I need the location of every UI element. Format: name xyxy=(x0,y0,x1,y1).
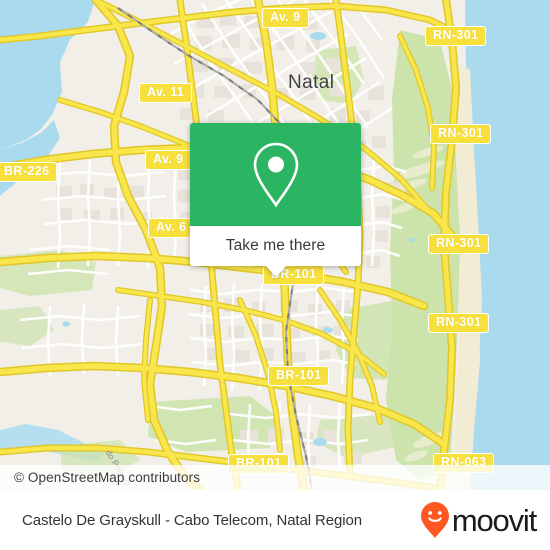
road-shield[interactable]: BR-226 xyxy=(0,162,58,183)
moovit-smiley-pin-icon xyxy=(420,502,449,538)
road-shield[interactable]: RN-301 xyxy=(430,124,492,145)
road-shield[interactable]: Av. 9 xyxy=(145,150,192,171)
osm-attribution-text: © OpenStreetMap contributors xyxy=(14,470,201,485)
map-pin-icon xyxy=(253,142,298,207)
popup-pointer-tail xyxy=(264,265,287,277)
road-shield[interactable]: Av. 11 xyxy=(139,83,193,104)
moovit-logo[interactable]: moovit xyxy=(420,501,537,539)
road-shield[interactable]: RN-301 xyxy=(428,234,490,255)
road-shield[interactable]: RN-301 xyxy=(428,313,490,334)
location-popup-card[interactable]: Take me there xyxy=(190,123,361,277)
road-shield[interactable]: Av. 6 xyxy=(148,218,195,239)
footer-bar: Castelo De Grayskull - Cabo Telecom, Nat… xyxy=(0,490,550,550)
place-title: Castelo De Grayskull - Cabo Telecom, Nat… xyxy=(22,511,362,529)
city-label-natal: Natal xyxy=(288,72,335,93)
take-me-there-label: Take me there xyxy=(225,237,326,254)
popup-action-area[interactable]: Take me there xyxy=(190,226,361,277)
moovit-wordmark: moovit xyxy=(451,502,537,538)
map-screenshot: Av. 9 RN-301 Av. 11 RN-301 BR-226 Av. 9 … xyxy=(0,0,550,550)
road-shield[interactable]: BR-101 xyxy=(268,366,330,387)
osm-attribution: © OpenStreetMap contributors xyxy=(0,465,550,490)
road-shield[interactable]: RN-301 xyxy=(425,26,487,47)
road-shield[interactable]: Av. 9 xyxy=(262,8,309,29)
popup-image-area xyxy=(190,123,361,226)
